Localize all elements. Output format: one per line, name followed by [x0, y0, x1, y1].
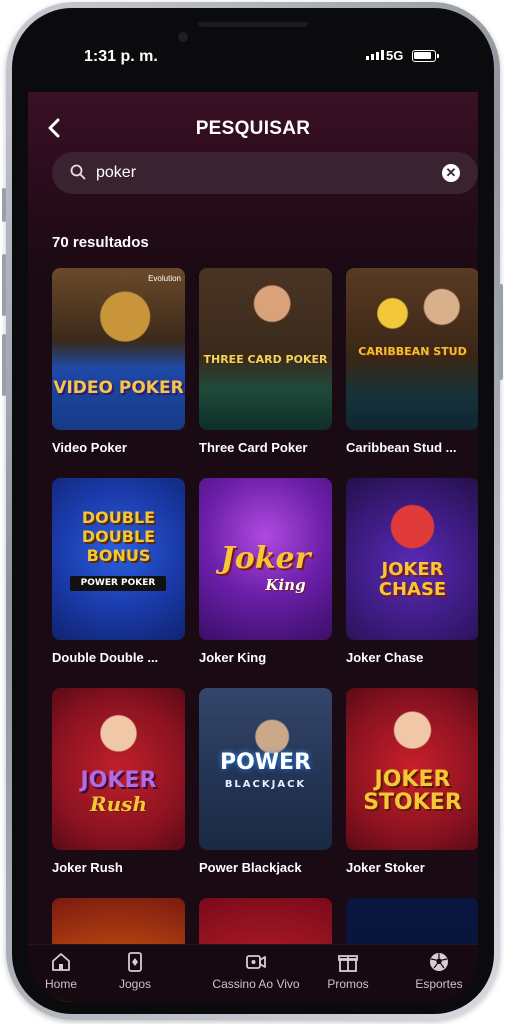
phone-volume-up-button — [2, 254, 6, 316]
front-camera — [178, 32, 188, 42]
nav-item-jogos[interactable]: Jogos — [90, 951, 180, 991]
game-title: Video Poker — [52, 440, 127, 455]
game-art-title: JOKER — [80, 768, 157, 793]
search-input[interactable] — [96, 160, 426, 186]
game-title: Joker Rush — [52, 860, 123, 875]
game-thumbnail: JOKER STOKER — [346, 688, 478, 850]
game-art-subtitle: POWER POKER — [70, 576, 166, 591]
speaker-grille — [198, 22, 308, 27]
game-art-title: JOKER STOKER — [363, 767, 462, 816]
results-count: 70 resultados — [52, 234, 149, 251]
game-art-title: DOUBLE DOUBLE BONUS — [81, 508, 156, 566]
video-camera-icon — [246, 955, 266, 969]
game-art-title: THREE CARD POKER — [203, 353, 328, 366]
battery-icon — [412, 50, 439, 62]
game-card-joker-rush[interactable]: JOKER Rush Joker Rush — [52, 688, 185, 875]
gift-icon — [338, 955, 358, 972]
game-thumbnail: Joker King — [199, 478, 332, 640]
network-type: 5G — [386, 48, 404, 63]
nav-label: Jogos — [118, 977, 152, 991]
nav-label: Promos — [327, 977, 369, 991]
game-art-title: CARIBBEAN STUD — [358, 345, 467, 358]
game-art-subtitle: BLACKJACK — [224, 779, 307, 790]
game-title: Three Card Poker — [199, 440, 308, 455]
game-thumbnail: POWER BLACKJACK — [199, 688, 332, 850]
game-art-title: VIDEO POKER — [53, 378, 184, 398]
home-icon — [52, 953, 70, 971]
game-art-title: JOKER CHASE — [378, 559, 447, 600]
game-card-three-card-poker[interactable]: THREE CARD POKER Three Card Poker — [199, 268, 332, 455]
game-card-caribbean-stud[interactable]: CARIBBEAN STUD Caribbean Stud ... — [346, 268, 478, 455]
game-card-joker-stoker[interactable]: JOKER STOKER Joker Stoker — [346, 688, 478, 875]
game-title: Power Blackjack — [199, 860, 302, 875]
game-thumbnail: Evolution VIDEO POKER — [52, 268, 185, 430]
game-card-joker-king[interactable]: Joker King Joker King — [199, 478, 332, 665]
phone-power-button — [499, 284, 503, 380]
nav-item-esportes[interactable]: Esportes — [394, 951, 478, 991]
cards-icon — [128, 952, 142, 972]
game-art-subtitle: King — [265, 576, 306, 594]
phone-side-button — [2, 188, 6, 222]
close-icon: ✕ — [445, 165, 457, 180]
nav-item-cassino-ao-vivo[interactable]: Cassino Ao Vivo — [196, 951, 316, 991]
game-thumbnail: CARIBBEAN STUD — [346, 268, 478, 430]
nav-label: Cassino Ao Vivo — [212, 977, 300, 991]
status-bar: 1:31 p. m. 5G — [28, 22, 478, 92]
app-screen: 1:31 p. m. 5G PESQUISAR ✕ 70 resultado — [28, 22, 478, 1002]
clear-search-button[interactable]: ✕ — [442, 164, 460, 182]
search-icon — [70, 164, 86, 180]
search-bar[interactable]: ✕ — [52, 152, 478, 194]
game-card-power-blackjack[interactable]: POWER BLACKJACK Power Blackjack — [199, 688, 332, 875]
game-thumbnail: THREE CARD POKER — [199, 268, 332, 430]
provider-badge: Evolution — [148, 274, 181, 283]
phone-bezel: 1:31 p. m. 5G PESQUISAR ✕ 70 resultado — [12, 8, 494, 1014]
bottom-nav: Home Jogos Cassino Ao Vivo Promos Esport… — [28, 944, 478, 1002]
page-title: PESQUISAR — [195, 118, 311, 139]
status-time: 1:31 p. m. — [84, 48, 158, 65]
phone-volume-down-button — [2, 334, 6, 396]
game-thumbnail: JOKER CHASE — [346, 478, 478, 640]
game-thumbnail: DOUBLE DOUBLE BONUS POWER POKER — [52, 478, 185, 640]
game-card-double-double-bonus[interactable]: DOUBLE DOUBLE BONUS POWER POKER Double D… — [52, 478, 185, 665]
signal-icon — [366, 50, 384, 60]
nav-label: Esportes — [415, 977, 463, 991]
game-card-joker-chase[interactable]: JOKER CHASE Joker Chase — [346, 478, 478, 665]
game-title: Joker Chase — [346, 650, 424, 665]
game-art-title: POWER — [219, 750, 312, 775]
soccer-ball-icon — [430, 953, 448, 971]
game-card-video-poker[interactable]: Evolution VIDEO POKER Video Poker — [52, 268, 185, 455]
game-art-subtitle: Rush — [90, 792, 147, 816]
game-thumbnail: JOKER Rush — [52, 688, 185, 850]
game-art-title: Joker — [220, 541, 311, 576]
game-title: Joker King — [199, 650, 267, 665]
nav-item-promos[interactable]: Promos — [303, 951, 393, 991]
game-title: Joker Stoker — [346, 860, 425, 875]
game-title: Caribbean Stud ... — [346, 440, 457, 455]
game-title: Double Double ... — [52, 650, 159, 665]
